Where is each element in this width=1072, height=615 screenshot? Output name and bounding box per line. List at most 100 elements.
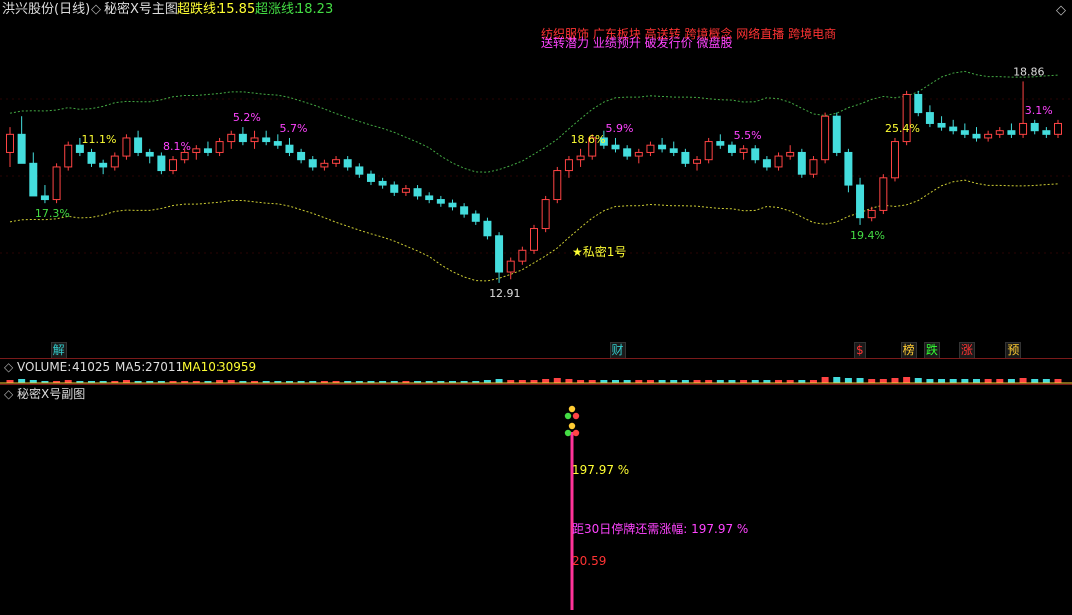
candle-body-58 (681, 151, 690, 164)
candle-body-72 (844, 151, 853, 186)
candle-38 (448, 199, 457, 211)
event-marker-3[interactable]: 榜 (900, 342, 917, 359)
candle-46 (541, 195, 550, 233)
candle-body-20 (238, 133, 247, 143)
ma10-label: MA10: (182, 360, 220, 374)
volume-bar-82 (961, 379, 969, 383)
event-marker-4[interactable]: 跌 (923, 342, 940, 359)
candle-80 (937, 116, 946, 131)
candle-body-18 (215, 141, 224, 153)
candle-23 (273, 134, 282, 149)
candle-body-57 (669, 148, 678, 153)
candle-body-13 (157, 155, 166, 172)
candle-77 (902, 90, 911, 146)
candle-body-26 (308, 159, 317, 168)
sub-dot-4 (564, 429, 572, 437)
candle-90 (1054, 119, 1062, 138)
candle-5 (64, 141, 73, 171)
candle-body-78 (914, 93, 923, 114)
annotation-8: 5.5% (734, 129, 762, 142)
event-marker-5[interactable]: 涨 (958, 342, 975, 359)
candle-52 (611, 137, 620, 153)
candle-86 (1007, 123, 1016, 138)
candle-body-1 (17, 133, 26, 164)
candle-body-24 (285, 144, 294, 153)
candle-body-53 (623, 148, 632, 157)
candle-3 (40, 185, 49, 204)
annotation-3: 5.2% (233, 111, 261, 124)
candle-19 (227, 130, 236, 149)
volume-bar-77 (903, 377, 911, 383)
candle-body-74 (867, 209, 876, 219)
candle-73 (856, 177, 865, 225)
candle-body-31 (366, 173, 375, 182)
candle-body-59 (693, 159, 702, 164)
candle-body-38 (448, 202, 457, 208)
candle-8 (99, 159, 108, 175)
candle-0 (6, 127, 14, 167)
candle-11 (134, 130, 143, 157)
candle-54 (634, 148, 643, 164)
candle-body-48 (564, 159, 573, 172)
candle-body-27 (320, 162, 329, 168)
annotation-5: 12.91 (489, 287, 520, 300)
candle-body-67 (786, 151, 795, 157)
candle-body-70 (821, 115, 830, 161)
sub-dot-5 (572, 429, 580, 437)
candle-body-21 (250, 137, 259, 143)
candle-65 (762, 156, 771, 171)
sub-dot-3 (568, 422, 576, 430)
candle-39 (460, 203, 469, 218)
candle-body-30 (355, 166, 364, 175)
candle-57 (669, 141, 678, 157)
candle-body-5 (64, 144, 73, 168)
sub-dot-2 (572, 412, 580, 420)
candle-1 (17, 116, 26, 164)
event-marker-2[interactable]: $ (854, 342, 866, 359)
candle-27 (320, 159, 329, 171)
candle-61 (716, 134, 725, 149)
candle-17 (203, 141, 212, 157)
sub-dot-1 (564, 412, 572, 420)
candle-7 (87, 148, 96, 167)
candle-body-14 (169, 159, 178, 172)
candle-body-62 (727, 144, 736, 153)
candle-34 (401, 185, 410, 196)
volume-bar-75 (879, 379, 887, 383)
candle-70 (821, 112, 830, 164)
candle-body-73 (856, 184, 865, 219)
candle-body-6 (75, 144, 84, 153)
candlestick-chart[interactable]: 17.3% 11.1% 8.1% 5.2% 5.7% 12.91 18.6%5.9% 5.5%… (0, 0, 1072, 615)
candle-60 (704, 137, 713, 164)
volume-collapse-icon[interactable]: ◇ (4, 357, 13, 377)
candle-body-84 (984, 133, 993, 139)
candle-72 (844, 148, 853, 193)
annotation-11: 18.86 (1013, 65, 1045, 78)
event-marker-1[interactable]: 财 (609, 342, 626, 359)
candle-body-12 (145, 151, 154, 157)
candle-body-90 (1054, 122, 1062, 135)
sub-panel-title[interactable]: 秘密X号副图 (17, 384, 85, 404)
candle-14 (169, 156, 178, 175)
candle-body-82 (960, 130, 969, 135)
candle-62 (727, 141, 736, 157)
candle-body-52 (611, 144, 620, 150)
volume-bar-42 (495, 379, 503, 383)
sub-collapse-icon[interactable]: ◇ (4, 384, 13, 404)
candle-body-23 (273, 141, 282, 146)
candle-body-46 (541, 199, 550, 230)
candle-body-69 (809, 159, 818, 175)
annotation-2: 8.1% (163, 140, 191, 153)
candle-body-56 (658, 144, 667, 150)
candle-58 (681, 148, 690, 167)
candle-63 (739, 145, 748, 160)
volume-bar-74 (868, 379, 876, 383)
sub-dot-0 (568, 405, 576, 413)
candle-body-71 (832, 115, 841, 153)
candle-body-0 (6, 133, 14, 153)
volume-bar-81 (949, 379, 957, 383)
candle-body-76 (890, 141, 899, 179)
volume-bar-89 (1042, 379, 1050, 383)
event-marker-6[interactable]: 预 (1005, 342, 1022, 359)
candle-84 (984, 130, 993, 142)
